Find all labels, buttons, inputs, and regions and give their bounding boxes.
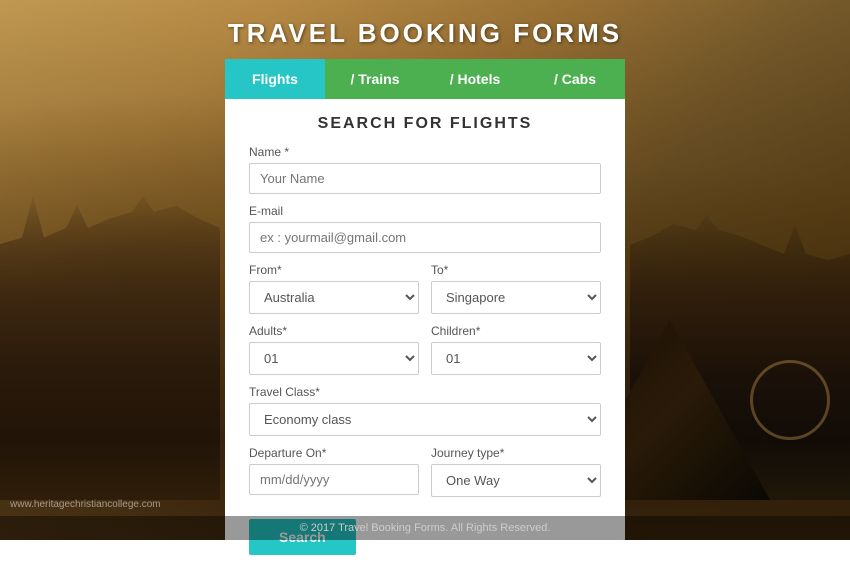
travel-class-select[interactable]: Economy class Business class First class — [249, 403, 601, 436]
form-body: Name * E-mail From* Australia USA UK Ind… — [225, 145, 625, 555]
children-col: Children* 01 02 03 04 — [431, 324, 601, 375]
tab-flights[interactable]: Flights — [225, 59, 325, 99]
departure-col: Departure On* — [249, 446, 419, 497]
journey-select[interactable]: One Way Round Trip Multi City — [431, 464, 601, 497]
tab-hotels[interactable]: / Hotels — [425, 59, 525, 99]
travel-class-group: Travel Class* Economy class Business cla… — [249, 385, 601, 436]
ferris-wheel — [750, 360, 830, 440]
tab-cabs[interactable]: / Cabs — [525, 59, 625, 99]
tab-trains[interactable]: / Trains — [325, 59, 425, 99]
from-label: From* — [249, 263, 419, 277]
form-title: SEARCH FOR FLIGHTS — [225, 99, 625, 145]
departure-label: Departure On* — [249, 446, 419, 460]
email-input[interactable] — [249, 222, 601, 253]
adults-label: Adults* — [249, 324, 419, 338]
adults-col: Adults* 01 02 03 04 — [249, 324, 419, 375]
to-select[interactable]: Singapore Australia USA UK — [431, 281, 601, 314]
watermark: www.heritagechristiancollege.com — [10, 499, 161, 510]
adults-select[interactable]: 01 02 03 04 — [249, 342, 419, 375]
tabs-container: Flights / Trains / Hotels / Cabs — [225, 59, 625, 99]
from-select[interactable]: Australia USA UK India — [249, 281, 419, 314]
name-group: Name * — [249, 145, 601, 194]
footer: © 2017 Travel Booking Forms. All Rights … — [0, 516, 850, 540]
from-col: From* Australia USA UK India — [249, 263, 419, 314]
to-col: To* Singapore Australia USA UK — [431, 263, 601, 314]
form-container: Flights / Trains / Hotels / Cabs SEARCH … — [225, 59, 625, 575]
departure-journey-group: Departure On* Journey type* One Way Roun… — [249, 446, 601, 497]
page-title: TRAVEL BOOKING FORMS — [0, 0, 850, 59]
from-to-group: From* Australia USA UK India To* Singapo… — [249, 263, 601, 314]
journey-label: Journey type* — [431, 446, 601, 460]
journey-col: Journey type* One Way Round Trip Multi C… — [431, 446, 601, 497]
to-label: To* — [431, 263, 601, 277]
travel-class-label: Travel Class* — [249, 385, 601, 399]
email-group: E-mail — [249, 204, 601, 253]
name-input[interactable] — [249, 163, 601, 194]
email-label: E-mail — [249, 204, 601, 218]
children-label: Children* — [431, 324, 601, 338]
name-label: Name * — [249, 145, 601, 159]
adults-children-group: Adults* 01 02 03 04 Children* 01 02 03 0… — [249, 324, 601, 375]
departure-input[interactable] — [249, 464, 419, 495]
children-select[interactable]: 01 02 03 04 — [431, 342, 601, 375]
